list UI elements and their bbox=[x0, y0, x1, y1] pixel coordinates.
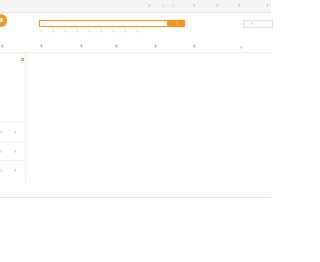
scroll-up-icon[interactable] bbox=[21, 58, 24, 61]
nav-item[interactable]: ? bbox=[115, 44, 118, 49]
nav-item[interactable]: ? bbox=[193, 44, 196, 49]
nav-item[interactable]: ? bbox=[154, 44, 157, 49]
register-link[interactable]: ? bbox=[172, 3, 174, 8]
nav-item[interactable]: ? bbox=[40, 44, 43, 49]
nav-divider bbox=[0, 52, 271, 53]
greeting-text: ? bbox=[148, 3, 151, 8]
hot-term[interactable]: ? bbox=[52, 29, 54, 34]
sitemap-link[interactable]: ? bbox=[266, 3, 268, 8]
cart-button[interactable]: ? bbox=[243, 20, 273, 28]
my-orders-link[interactable]: ? bbox=[193, 3, 195, 8]
category-row[interactable]: ? ? bbox=[0, 160, 26, 179]
category-label: ? bbox=[0, 149, 3, 154]
category-label: ? bbox=[0, 168, 3, 173]
hot-term[interactable]: ? bbox=[124, 29, 126, 34]
category-row[interactable]: ? ? bbox=[0, 122, 26, 141]
category-sidebar: ? ? ? ? ? ? bbox=[0, 53, 26, 183]
nav-item[interactable]: ? bbox=[80, 44, 83, 49]
category-row[interactable]: ? ? bbox=[0, 141, 26, 160]
search-input[interactable]: ? bbox=[39, 20, 168, 27]
hot-term[interactable]: ? bbox=[40, 29, 42, 34]
top-utility-bar: ? ? ? ? ? ? ? bbox=[0, 0, 271, 13]
site-logo[interactable] bbox=[0, 14, 7, 27]
search-button[interactable]: ? bbox=[168, 20, 185, 27]
business-center-link[interactable]: ? bbox=[238, 3, 240, 8]
hot-term[interactable]: ? bbox=[76, 29, 78, 34]
category-sublabel: ? bbox=[14, 130, 17, 135]
section-divider bbox=[0, 197, 271, 198]
my-account-link[interactable]: ? bbox=[216, 3, 218, 8]
hot-term[interactable]: ? bbox=[112, 29, 114, 34]
nav-item[interactable]: ? bbox=[1, 44, 4, 49]
hot-term[interactable]: ? bbox=[64, 29, 66, 34]
category-sublabel: ? bbox=[14, 149, 17, 154]
login-link[interactable]: ? bbox=[162, 3, 164, 8]
hot-term[interactable]: ? bbox=[100, 29, 102, 34]
category-sublabel: ? bbox=[14, 168, 17, 173]
hot-term[interactable]: ? bbox=[136, 29, 138, 34]
category-label: ? bbox=[0, 130, 3, 135]
nav-item-extra[interactable]: ? bbox=[240, 45, 242, 50]
hot-term[interactable]: ? bbox=[88, 29, 90, 34]
